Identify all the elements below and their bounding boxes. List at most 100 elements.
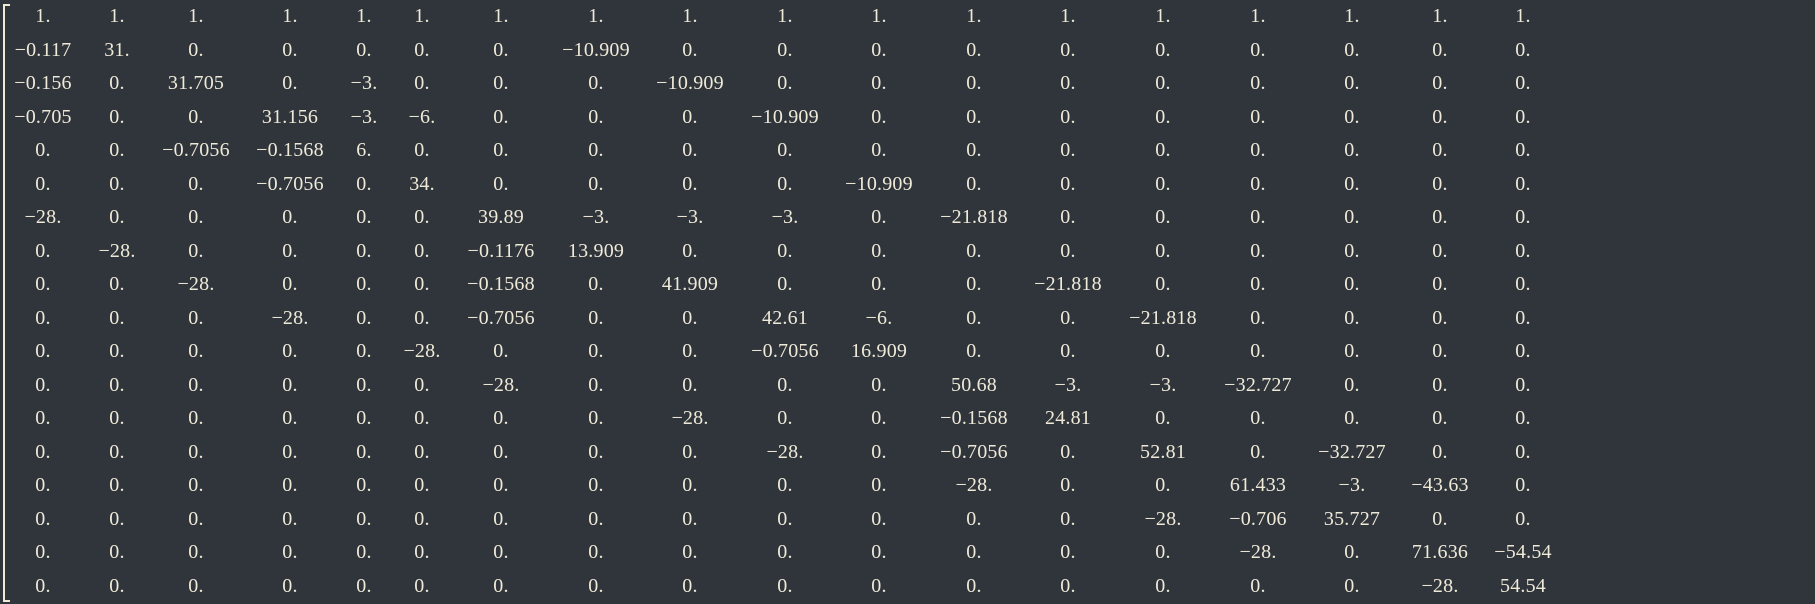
matrix-cell: 0. [282,474,298,496]
matrix-cell: 0. [35,541,51,563]
matrix-cell: −32.727 [1224,373,1292,396]
matrix-cell: 0. [588,541,604,563]
matrix-cell: 0. [1060,239,1076,262]
matrix-cell: 0. [871,574,887,597]
matrix-cell: −28. [98,239,136,262]
matrix-cell: −0.705 [14,105,72,128]
matrix-cell: 0. [1432,507,1448,530]
matrix-cell: 0. [35,440,51,463]
matrix-cell: 0. [414,507,430,530]
matrix-cell: −54.54 [1494,541,1552,563]
matrix-cell: 0. [777,507,793,530]
matrix-cell: 0. [188,105,204,128]
matrix-cell: 1. [777,5,793,27]
matrix-cell: 0. [588,306,604,329]
matrix-row: 0. 0. 0. −0.7056 0. 34. 0. 0. 0. 0. −10.909 0. 0. 0. 0… [0,168,1815,202]
matrix-cell: −0.1568 [940,407,1008,429]
matrix-cell: 0. [777,273,793,295]
matrix-cell: 0. [966,172,982,195]
matrix-cell: 0. [682,574,698,597]
matrix-cell: 0. [356,541,372,563]
matrix-cell: −0.117 [14,38,72,61]
matrix-cell: 0. [493,574,509,597]
matrix-cell: 0. [414,72,430,94]
matrix-cell: 0. [1344,72,1360,94]
matrix-cell: 0. [1155,139,1171,161]
matrix-cell: 0. [356,440,372,463]
matrix-cell: 0. [35,139,51,161]
matrix-cell: 0. [493,541,509,563]
matrix-cell: 0. [1432,306,1448,329]
matrix-cell: 0. [871,139,887,161]
matrix-cell: 0. [777,172,793,195]
matrix-cell: 0. [777,373,793,396]
matrix-cell: −6. [408,105,436,128]
matrix-cell: 1. [1250,5,1266,27]
matrix-cell: 0. [188,373,204,396]
matrix-cell: 0. [871,373,887,396]
matrix-cell: −21.818 [1034,273,1102,295]
matrix-cell: 0. [871,72,887,94]
matrix-cell: 0. [414,474,430,496]
matrix-cell: −28. [955,474,993,496]
matrix-cell: −3. [1338,474,1366,496]
matrix-cell: 0. [414,541,430,563]
matrix-row: 1. 1. 1. 1. 1. 1. 1. 1. 1. 1. 1. 1. 1. 1. 1. 1. 1. 1. [0,0,1815,34]
matrix-cell: 0. [1344,373,1360,396]
matrix-cell: 0. [414,38,430,61]
matrix-cell: 0. [1344,38,1360,61]
matrix-cell: 0. [109,139,125,161]
matrix-output: 1. 1. 1. 1. 1. 1. 1. 1. 1. 1. 1. 1. 1. 1. 1. 1. 1. 1. −0.1… [0,0,1815,604]
matrix-cell: 16.909 [850,340,908,362]
matrix-cell: 0. [1060,206,1076,228]
matrix-cell: −3. [582,206,610,228]
matrix-cell: −10.909 [845,172,913,195]
matrix-cell: 0. [1515,340,1531,362]
matrix-row: 0. 0. 0. 0. 0. 0. 0. 0. −28. 0. 0. −0.1568 24.81 0. 0.… [0,402,1815,436]
matrix-row: 0. 0. 0. 0. 0. 0. 0. 0. 0. 0. 0. 0. 0. −28. −0.706 35.7… [0,503,1815,537]
matrix-row: 0. 0. 0. 0. 0. 0. 0. 0. 0. 0. 0. 0. 0. 0. −28. 0. 71.636… [0,536,1815,570]
matrix-cell: 0. [1250,38,1266,61]
matrix-cell: 0. [356,574,372,597]
matrix-cell: 31. [104,38,130,61]
matrix-cell: 35.727 [1323,507,1381,530]
matrix-row: 0. 0. −28. 0. 0. 0. −0.1568 0. 41.909 0. 0. 0. −21.8… [0,268,1815,302]
matrix-cell: 0. [1060,139,1076,161]
matrix-cell: 41.909 [661,273,719,295]
matrix-cell: 0. [1432,172,1448,195]
matrix-cell: 0. [282,440,298,463]
matrix-cell: −0.1568 [467,273,535,295]
matrix-cell: 0. [966,306,982,329]
matrix-cell: 0. [1060,507,1076,530]
matrix-cell: −10.909 [562,38,630,61]
matrix-cell: 0. [109,306,125,329]
matrix-cell: 0. [1344,172,1360,195]
matrix-cell: 0. [356,507,372,530]
matrix-cell: 0. [414,239,430,262]
matrix-cell: 0. [1250,172,1266,195]
matrix-cell: 0. [966,507,982,530]
matrix-row: −0.156 0. 31.705 0. −3. 0. 0. 0. −10.909 0. 0. 0. 0.… [0,67,1815,101]
matrix-cell: 0. [1060,340,1076,362]
matrix-cell: 0. [493,440,509,463]
matrix-cell: 0. [1155,239,1171,262]
matrix-cell: 0. [282,373,298,396]
matrix-cell: 0. [966,340,982,362]
matrix-cell: 1. [1432,5,1448,27]
matrix-cell: 1. [1515,5,1531,27]
matrix-cell: 0. [1432,407,1448,429]
matrix-cell: 31.156 [261,105,319,128]
matrix-cell: 50.68 [951,373,997,396]
matrix-cell: −28. [24,206,62,228]
matrix-cell: 0. [1515,507,1531,530]
matrix-cell: 0. [1432,239,1448,262]
matrix-cell: 0. [871,541,887,563]
matrix-cell: 0. [1250,306,1266,329]
matrix-cell: 0. [1432,440,1448,463]
matrix-cell: 0. [414,206,430,228]
matrix-cell: 34. [409,172,435,195]
matrix-cell: 0. [282,574,298,597]
matrix-cell: 0. [1515,172,1531,195]
matrix-cell: 0. [493,172,509,195]
matrix-cell: 0. [682,139,698,161]
